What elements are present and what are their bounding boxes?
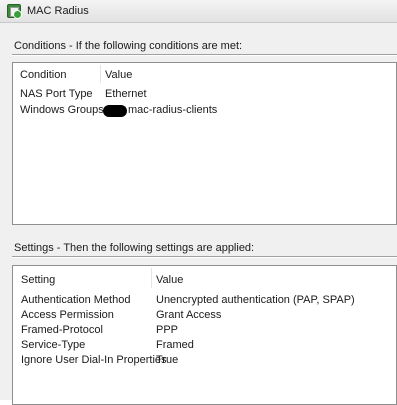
setting-value: PPP [156, 324, 179, 336]
window-title: MAC Radius [27, 5, 89, 17]
settings-heading: Settings - Then the following settings a… [14, 242, 255, 254]
setting-name: Access Permission [21, 309, 114, 321]
window-title-bar: MAC Radius [0, 0, 397, 23]
condition-name: Windows Groups [20, 104, 104, 116]
setting-name: Ignore User Dial-In Properties [21, 354, 167, 366]
network-policy-icon [7, 4, 22, 19]
setting-value: Unencrypted authentication (PAP, SPAP) [156, 294, 355, 306]
setting-name: Service-Type [21, 339, 86, 351]
condition-value: mac-radius-clients [128, 104, 218, 116]
setting-value: Framed [156, 339, 194, 351]
conditions-header-condition[interactable]: Condition [20, 69, 66, 81]
condition-name: NAS Port Type [20, 88, 93, 100]
conditions-heading: Conditions - If the following conditions… [14, 40, 243, 52]
settings-separator [12, 256, 397, 258]
settings-header-value[interactable]: Value [156, 274, 183, 286]
conditions-column-divider[interactable] [100, 65, 101, 83]
conditions-list[interactable]: Condition Value NAS Port Type Ethernet W… [12, 62, 397, 225]
condition-value: Ethernet [105, 88, 147, 100]
conditions-separator [12, 54, 397, 56]
settings-header-setting[interactable]: Setting [21, 274, 55, 286]
redaction-mark [103, 105, 127, 117]
settings-column-divider[interactable] [151, 268, 152, 288]
conditions-section: Conditions - If the following conditions… [0, 23, 397, 236]
setting-name: Authentication Method [21, 294, 131, 306]
conditions-header-value[interactable]: Value [105, 69, 132, 81]
setting-name: Framed-Protocol [21, 324, 103, 336]
settings-list[interactable]: Setting Value Authentication Method Unen… [12, 265, 397, 405]
settings-section: Settings - Then the following settings a… [0, 236, 397, 405]
setting-value: Grant Access [156, 309, 222, 321]
setting-value: True [156, 354, 179, 366]
